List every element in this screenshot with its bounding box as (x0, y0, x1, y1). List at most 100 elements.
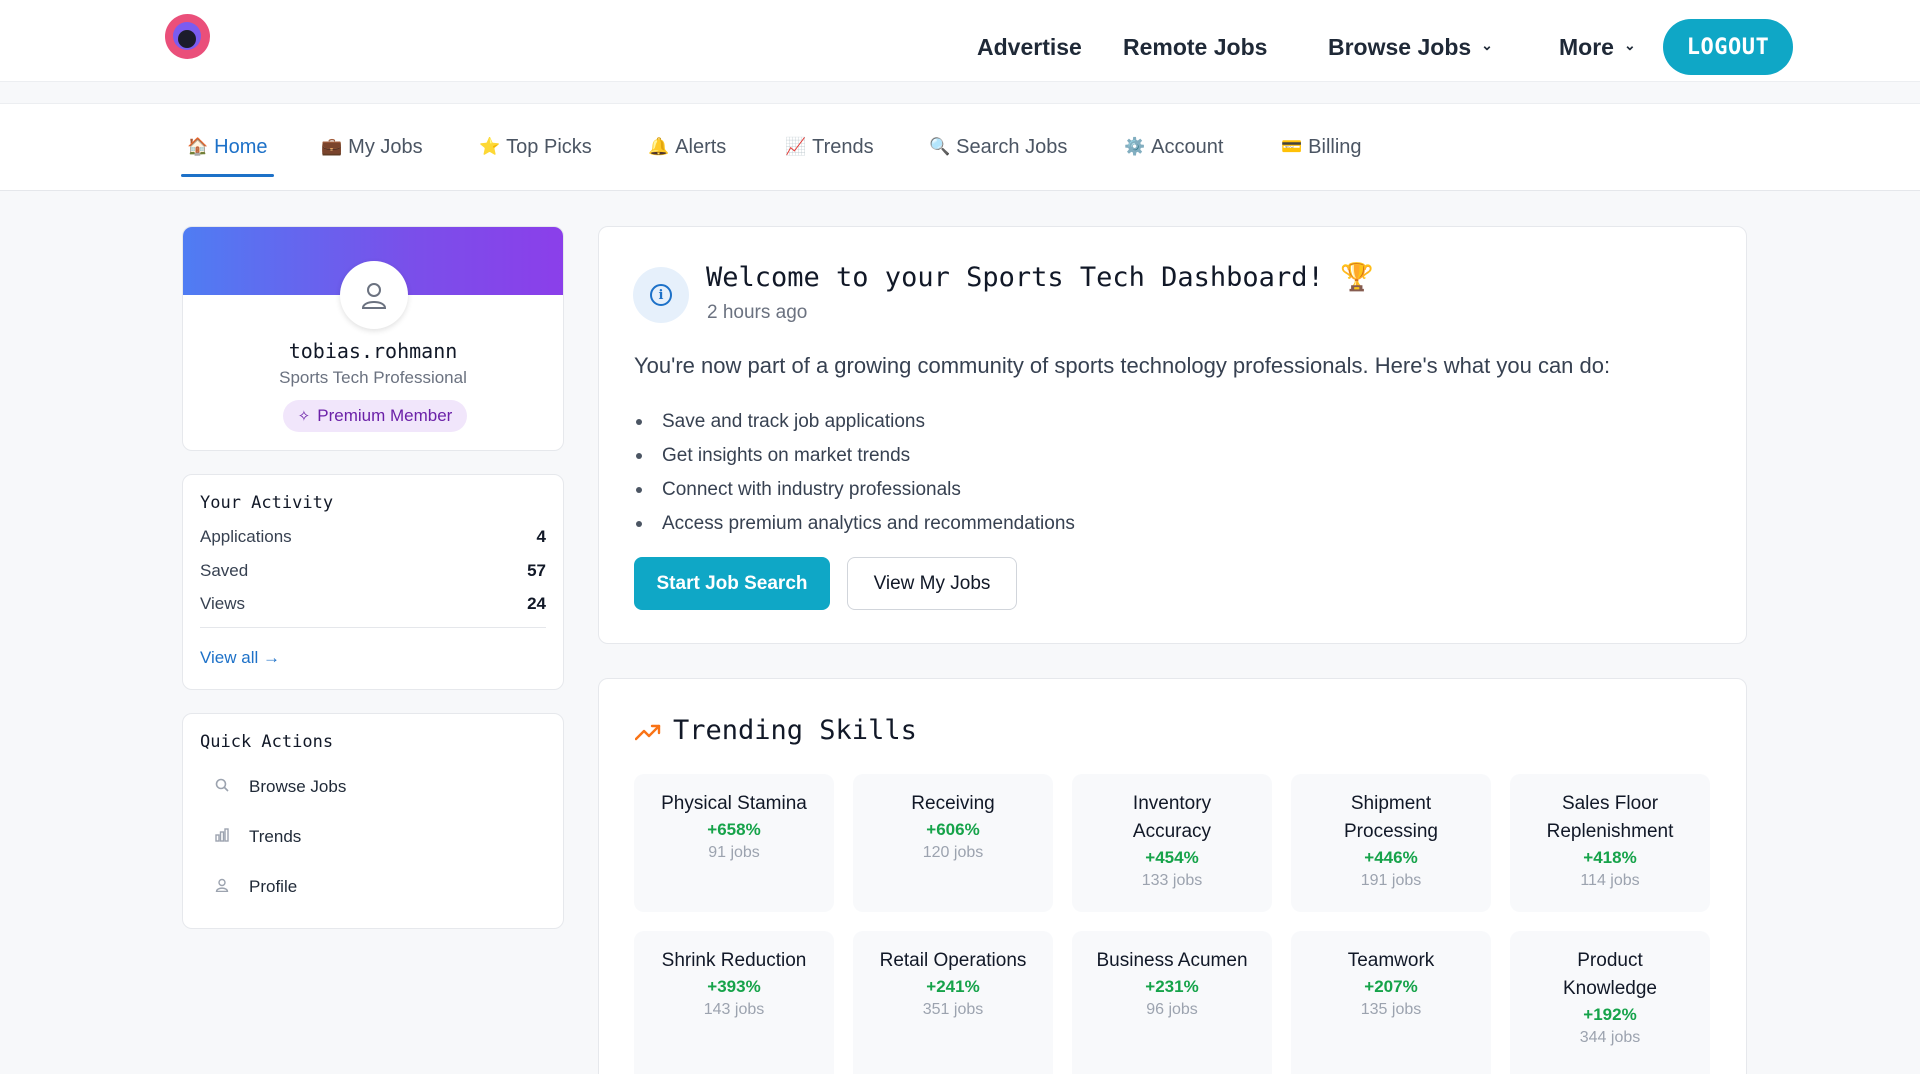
activity-title: Your Activity (200, 493, 334, 513)
skill-card[interactable]: Teamwork +207% 135 jobs (1291, 931, 1491, 1074)
skill-change: +207% (1364, 977, 1418, 996)
nav-more-label: More (1559, 33, 1614, 60)
nav-remote-jobs[interactable]: Remote Jobs (1123, 0, 1267, 94)
skill-card[interactable]: Inventory Accuracy +454% 133 jobs (1072, 774, 1272, 912)
skill-name: Product Knowledge (1562, 950, 1658, 999)
welcome-title: Welcome to your Sports Tech Dashboard! 🏆 (706, 262, 1374, 293)
stat-value: 4 (536, 527, 546, 546)
tab-label: Trends (812, 135, 874, 158)
sparkle-icon: ✧ (297, 408, 311, 425)
skill-card[interactable]: Product Knowledge +192% 344 jobs (1510, 931, 1710, 1074)
skill-card[interactable]: Receiving +606% 120 jobs (853, 774, 1053, 912)
tab-account[interactable]: ⚙️ Account (1124, 104, 1223, 190)
trending-up-icon (635, 724, 661, 741)
list-item-text: Save and track job applications (662, 411, 925, 432)
tab-home[interactable]: 🏠 Home (181, 104, 274, 190)
skill-card[interactable]: Shipment Processing +446% 191 jobs (1291, 774, 1491, 912)
search-icon (212, 778, 232, 796)
tab-billing[interactable]: 💳 Billing (1281, 104, 1362, 190)
welcome-feature-list: Save and track job applications Get insi… (634, 405, 1075, 541)
skill-jobs: 133 jobs (1141, 872, 1203, 889)
home-icon: 🏠 (187, 137, 209, 156)
view-all-link[interactable]: View all → (200, 648, 280, 668)
skill-change: +393% (707, 977, 761, 996)
list-item: Save and track job applications (634, 405, 1075, 439)
stat-label: Applications (200, 527, 292, 546)
tab-my-jobs[interactable]: 💼 My Jobs (321, 104, 423, 190)
tab-label: Search Jobs (956, 135, 1068, 158)
nav-advertise[interactable]: Advertise (977, 0, 1082, 94)
chart-icon: 📈 (785, 137, 807, 156)
stat-value: 24 (527, 594, 546, 613)
list-item: Connect with industry professionals (634, 473, 1075, 507)
tab-top-picks[interactable]: ⭐ Top Picks (479, 104, 592, 190)
user-icon (361, 283, 387, 309)
skill-jobs: 191 jobs (1360, 872, 1422, 889)
tab-label: My Jobs (348, 135, 423, 158)
gear-icon: ⚙️ (1124, 137, 1146, 156)
avatar[interactable] (340, 261, 408, 329)
stat-row-applications: Applications 4 (200, 527, 546, 547)
skill-name: Shrink Reduction (661, 950, 807, 971)
search-icon: 🔍 (929, 137, 951, 156)
activity-card: Your Activity Applications 4 Saved 57 View… (182, 474, 564, 690)
list-item: Access premium analytics and recommendat… (634, 507, 1075, 541)
tab-label: Billing (1308, 135, 1362, 158)
tab-search-jobs[interactable]: 🔍 Search Jobs (929, 104, 1067, 190)
skill-jobs: 91 jobs (708, 844, 760, 861)
skill-name: Inventory Accuracy (1132, 793, 1212, 842)
stat-value: 57 (527, 561, 546, 580)
premium-badge: ✧ Premium Member (283, 400, 467, 432)
quick-action-label: Trends (249, 827, 302, 846)
view-my-jobs-button[interactable]: View My Jobs (847, 557, 1017, 610)
quick-action-label: Browse Jobs (249, 777, 347, 796)
skill-card[interactable]: Physical Stamina +658% 91 jobs (634, 774, 834, 912)
skill-name: Receiving (911, 793, 995, 814)
brand-logo[interactable] (165, 14, 210, 59)
nav-browse-jobs[interactable]: Browse Jobs ⌄ (1328, 0, 1493, 94)
quick-actions-title: Quick Actions (200, 732, 334, 752)
top-header: Advertise Remote Jobs Browse Jobs ⌄ More ⌄… (0, 0, 1920, 82)
list-item: Get insights on market trends (634, 439, 1075, 473)
welcome-card: i Welcome to your Sports Tech Dashboard!… (598, 226, 1747, 644)
skill-card[interactable]: Sales Floor Replenishment +418% 114 jobs (1510, 774, 1710, 912)
nav-more[interactable]: More ⌄ (1559, 0, 1636, 94)
profile-username: tobias.rohmann (288, 339, 458, 363)
quick-actions-card: Quick Actions Browse Jobs Trends Profile (182, 713, 564, 929)
quick-action-browse-jobs[interactable]: Browse Jobs (212, 777, 346, 797)
trending-skills-title: Trending Skills (673, 715, 917, 746)
stat-label: Views (200, 594, 246, 613)
profile-card: tobias.rohmann Sports Tech Professional … (182, 226, 564, 451)
skill-name: Business Acumen (1096, 950, 1248, 971)
skill-name: Teamwork (1347, 950, 1435, 971)
start-job-search-button[interactable]: Start Job Search (634, 557, 830, 610)
tab-label: Alerts (675, 135, 727, 158)
tab-alerts[interactable]: 🔔 Alerts (648, 104, 726, 190)
welcome-timestamp: 2 hours ago (707, 302, 808, 323)
nav-advertise-label: Advertise (977, 33, 1082, 60)
divider (200, 627, 546, 628)
skill-card[interactable]: Retail Operations +241% 351 jobs (853, 931, 1053, 1074)
skill-card[interactable]: Shrink Reduction +393% 143 jobs (634, 931, 834, 1074)
skill-name: Shipment Processing (1344, 793, 1438, 842)
logout-button[interactable]: LOGOUT (1663, 19, 1793, 75)
quick-action-trends[interactable]: Trends (212, 827, 301, 847)
tab-label: Account (1151, 135, 1224, 158)
quick-action-label: Profile (249, 877, 298, 896)
tab-trends[interactable]: 📈 Trends (785, 104, 874, 190)
star-icon: ⭐ (479, 137, 501, 156)
premium-badge-label: Premium Member (317, 406, 453, 425)
skill-jobs: 135 jobs (1360, 1001, 1422, 1018)
quick-action-profile[interactable]: Profile (212, 877, 297, 897)
skill-card[interactable]: Business Acumen +231% 96 jobs (1072, 931, 1272, 1074)
skill-jobs: 143 jobs (703, 1001, 765, 1018)
user-icon (212, 878, 232, 896)
skill-change: +418% (1583, 848, 1637, 867)
nav-remote-jobs-label: Remote Jobs (1123, 33, 1268, 60)
chevron-down-icon: ⌄ (1623, 36, 1636, 53)
info-icon: i (633, 267, 689, 323)
welcome-intro: You're now part of a growing community o… (634, 353, 1611, 378)
skill-change: +241% (926, 977, 980, 996)
tab-bar: 🏠 Home 💼 My Jobs ⭐ Top Picks 🔔 Alerts 📈 Trend… (0, 103, 1920, 191)
skill-change: +606% (926, 820, 980, 839)
